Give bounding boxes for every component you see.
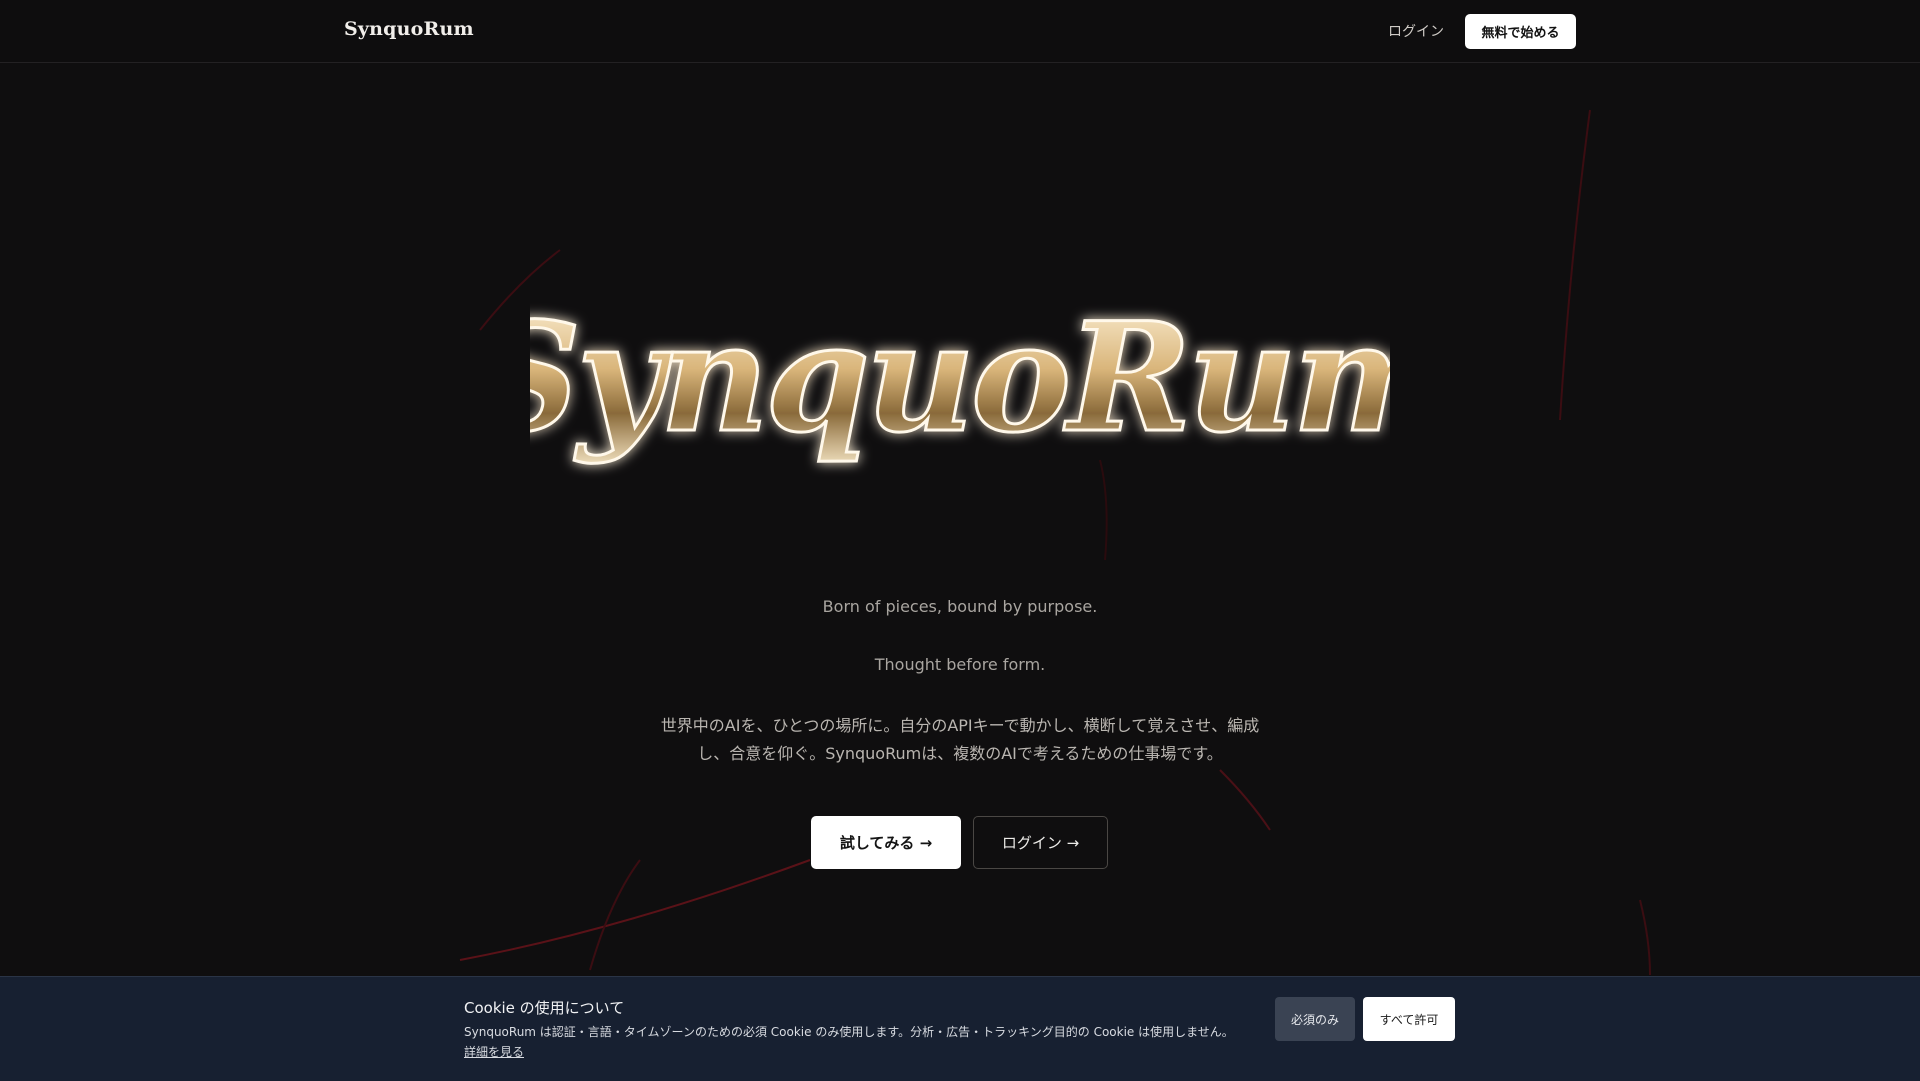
hero-login-button[interactable]: ログイン → [973, 816, 1108, 869]
hero-logo: SynquoRum [530, 289, 1390, 468]
nav-login-link[interactable]: ログイン [1388, 21, 1444, 41]
try-it-button[interactable]: 試してみる → [811, 816, 961, 869]
cookie-details-link[interactable]: 詳細を見る [464, 1043, 524, 1060]
hero-logo-text: SynquoRum [530, 290, 1390, 466]
hero-description-line-2: し、合意を仰ぐ。SynquoRumは、複数のAIで考えるための仕事場です。 [697, 744, 1223, 763]
hero-tagline-1: Born of pieces, bound by purpose. [822, 597, 1098, 616]
hero-description-line-1: 世界中のAIを、ひとつの場所に。自分のAPIキーで動かし、横断して覚えさせ、編成 [660, 716, 1260, 735]
cookie-banner-title: Cookie の使用について [464, 999, 625, 1017]
cookie-banner: Cookie の使用について SynquoRum は認証・言語・タイムゾーンのた… [0, 976, 1920, 1081]
allow-all-button[interactable]: すべて許可 [1363, 997, 1455, 1041]
top-nav: SynquoRum ログイン 無料で始める [0, 0, 1920, 63]
essential-only-button[interactable]: 必須のみ [1275, 997, 1355, 1041]
hero-description: 世界中のAIを、ひとつの場所に。自分のAPIキーで動かし、横断して覚えさせ、編成… [640, 712, 1280, 768]
get-started-free-button[interactable]: 無料で始める [1465, 14, 1576, 49]
brand-logo[interactable]: SynquoRum [344, 18, 474, 40]
hero-tagline-2: Thought before form. [874, 655, 1046, 674]
cookie-banner-text: SynquoRum は認証・言語・タイムゾーンのための必須 Cookie のみ使… [464, 1025, 1234, 1039]
